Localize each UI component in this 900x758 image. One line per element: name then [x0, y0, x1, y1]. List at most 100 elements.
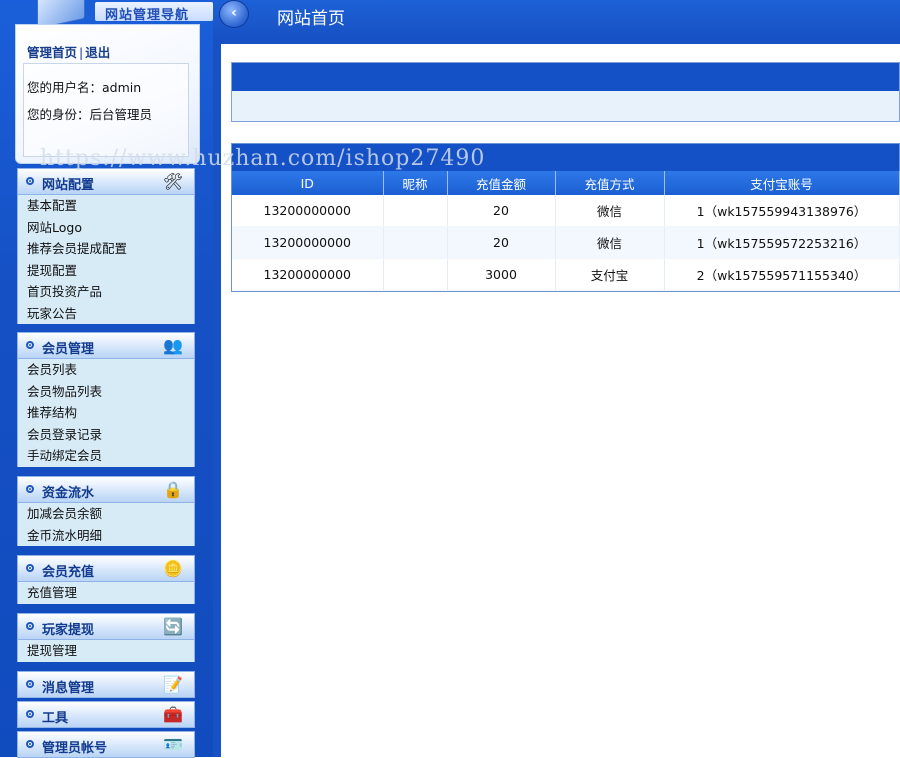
coins-icon: 🪙 [163, 559, 183, 578]
exchange-icon: 🔄 [163, 617, 183, 636]
table-row: 13200000000 20 微信 1（wk157559943138976） [232, 195, 900, 227]
sidebar-item[interactable]: 会员物品列表 [18, 381, 194, 403]
sidebar-item[interactable]: 推荐结构 [18, 402, 194, 424]
sidebar-item[interactable]: 网站Logo [18, 217, 194, 239]
nav-group-title: 管理员帐号 [42, 741, 108, 756]
column-header-amount: 充值金额 [447, 171, 556, 195]
message-icon: 📝 [163, 675, 183, 694]
link-separator: | [79, 45, 84, 60]
top-header: ‹ 网站首页 [213, 0, 900, 40]
nav-group-items: 加减会员余额 金币流水明细 [17, 503, 195, 546]
cell-method: 微信 [555, 226, 665, 259]
column-header-nickname: 昵称 [383, 171, 448, 195]
logout-link[interactable]: 退出 [85, 45, 110, 60]
sidebar-item[interactable]: 手动绑定会员 [18, 445, 194, 467]
username-text: 您的用户名：admin [27, 80, 142, 95]
bullet-icon [26, 740, 34, 748]
nav-group-header[interactable]: 消息管理 📝 [17, 671, 195, 698]
bullet-icon [26, 680, 34, 688]
nav-group-title: 会员管理 [42, 342, 95, 357]
nav-group-header[interactable]: 玩家提现 🔄 [17, 613, 195, 640]
sidebar-item[interactable]: 会员登录记录 [18, 424, 194, 446]
users-icon: 👥 [163, 336, 183, 355]
user-info-box: 您的用户名：admin 您的身份：后台管理员 [23, 63, 189, 157]
nav-group-member-recharge: 会员充值 🪙 充值管理 [17, 555, 195, 604]
sidebar-item[interactable]: 加减会员余额 [18, 503, 194, 525]
nav-group-title: 网站配置 [42, 178, 95, 193]
column-header-alipay-account: 支付宝账号 [664, 171, 900, 195]
cell-nickname [383, 195, 448, 227]
cell-alipay-account: 1（wk157559943138976） [664, 195, 900, 227]
column-header-method: 充值方式 [555, 171, 665, 195]
back-button[interactable]: ‹ [219, 0, 249, 28]
nav-group-tools: 工具 🧰 [17, 701, 195, 728]
sidebar-item[interactable]: 玩家公告 [18, 303, 194, 325]
sidebar-item[interactable]: 基本配置 [18, 195, 194, 217]
nav-group-header[interactable]: 管理员帐号 🪪 [17, 731, 195, 758]
recharge-table: ID 昵称 充值金额 充值方式 支付宝账号 13200000000 20 微信 … [232, 171, 900, 291]
chevron-left-icon: ‹ [231, 5, 237, 21]
nav-group-site-config: 网站配置 🛠 基本配置 网站Logo 推荐会员提成配置 提现配置 首页投资产品 … [17, 168, 195, 324]
lock-icon: 🔒 [163, 480, 183, 499]
info-panel-header [232, 63, 899, 91]
sidebar-item[interactable]: 充值管理 [18, 582, 194, 604]
table-row: 13200000000 20 微信 1（wk157559572253216） [232, 226, 900, 259]
bullet-icon [26, 177, 34, 185]
nav-group-header[interactable]: 网站配置 🛠 [17, 168, 195, 195]
nav-group-title: 工具 [42, 711, 69, 726]
cell-method: 微信 [555, 195, 665, 227]
nav-group-header[interactable]: 资金流水 🔒 [17, 476, 195, 503]
nav-group-header[interactable]: 会员充值 🪙 [17, 555, 195, 582]
cell-amount: 20 [447, 195, 556, 227]
sidebar-item[interactable]: 提现配置 [18, 260, 194, 282]
admin-info-icon: 🪪 [163, 735, 183, 754]
nav-title: 网站管理导航 [105, 8, 190, 23]
sidebar-item[interactable]: 推荐会员提成配置 [18, 238, 194, 260]
cell-alipay-account: 1（wk157559572253216） [664, 226, 900, 259]
cell-alipay-account: 2（wk157559571155340） [664, 258, 900, 291]
page-title: 网站首页 [277, 9, 345, 29]
nav-header: 网站管理导航 [15, 0, 213, 30]
user-panel: 管理首页 | 退出 您的用户名：admin 您的身份：后台管理员 [15, 24, 200, 164]
user-links: 管理首页 | 退出 [27, 42, 110, 61]
nav-group-items: 会员列表 会员物品列表 推荐结构 会员登录记录 手动绑定会员 [17, 359, 195, 467]
table-header-row: ID 昵称 充值金额 充值方式 支付宝账号 [232, 171, 900, 195]
toolbox-icon: 🧰 [163, 705, 183, 724]
nav-group-title: 会员充值 [42, 565, 95, 580]
nav-group-header[interactable]: 工具 🧰 [17, 701, 195, 728]
tools-icon: 🛠 [162, 172, 184, 191]
sidebar-item[interactable]: 提现管理 [18, 640, 194, 662]
sidebar-item[interactable]: 首页投资产品 [18, 281, 194, 303]
bullet-icon [26, 622, 34, 630]
main-content: ID 昵称 充值金额 充值方式 支付宝账号 13200000000 20 微信 … [213, 40, 900, 757]
table-panel-header [232, 144, 899, 171]
role-text: 您的身份：后台管理员 [27, 107, 153, 122]
nav-group-title: 消息管理 [42, 681, 95, 696]
table-row: 13200000000 3000 支付宝 2（wk157559571155340… [232, 258, 900, 291]
cell-method: 支付宝 [555, 258, 665, 291]
sidebar: 网站管理导航 管理首页 | 退出 您的用户名：admin 您的身份：后台管理员 网站… [0, 0, 213, 758]
bullet-icon [26, 564, 34, 572]
cell-amount: 20 [447, 226, 556, 259]
nav-group-title: 玩家提现 [42, 623, 95, 638]
nav-group-items: 提现管理 [17, 640, 195, 662]
cell-amount: 3000 [447, 258, 556, 291]
cell-id: 13200000000 [232, 195, 384, 227]
recharge-table-panel: ID 昵称 充值金额 充值方式 支付宝账号 13200000000 20 微信 … [231, 143, 900, 292]
cell-id: 13200000000 [232, 258, 384, 291]
sidebar-item[interactable]: 会员列表 [18, 359, 194, 381]
column-header-id: ID [232, 171, 384, 195]
cell-nickname [383, 258, 448, 291]
nav-group-member-management: 会员管理 👥 会员列表 会员物品列表 推荐结构 会员登录记录 手动绑定会员 [17, 332, 195, 467]
nav-group-admin-account: 管理员帐号 🪪 [17, 731, 195, 758]
nav-group-header[interactable]: 会员管理 👥 [17, 332, 195, 359]
nav-group-player-withdraw: 玩家提现 🔄 提现管理 [17, 613, 195, 662]
nav-group-message-management: 消息管理 📝 [17, 671, 195, 698]
cell-nickname [383, 226, 448, 259]
nav-group-items: 基本配置 网站Logo 推荐会员提成配置 提现配置 首页投资产品 玩家公告 [17, 195, 195, 324]
nav-group-title: 资金流水 [42, 486, 95, 501]
sidebar-item[interactable]: 金币流水明细 [18, 525, 194, 547]
bullet-icon [26, 485, 34, 493]
nav-group-fund-flow: 资金流水 🔒 加减会员余额 金币流水明细 [17, 476, 195, 546]
admin-home-link[interactable]: 管理首页 [27, 45, 77, 60]
